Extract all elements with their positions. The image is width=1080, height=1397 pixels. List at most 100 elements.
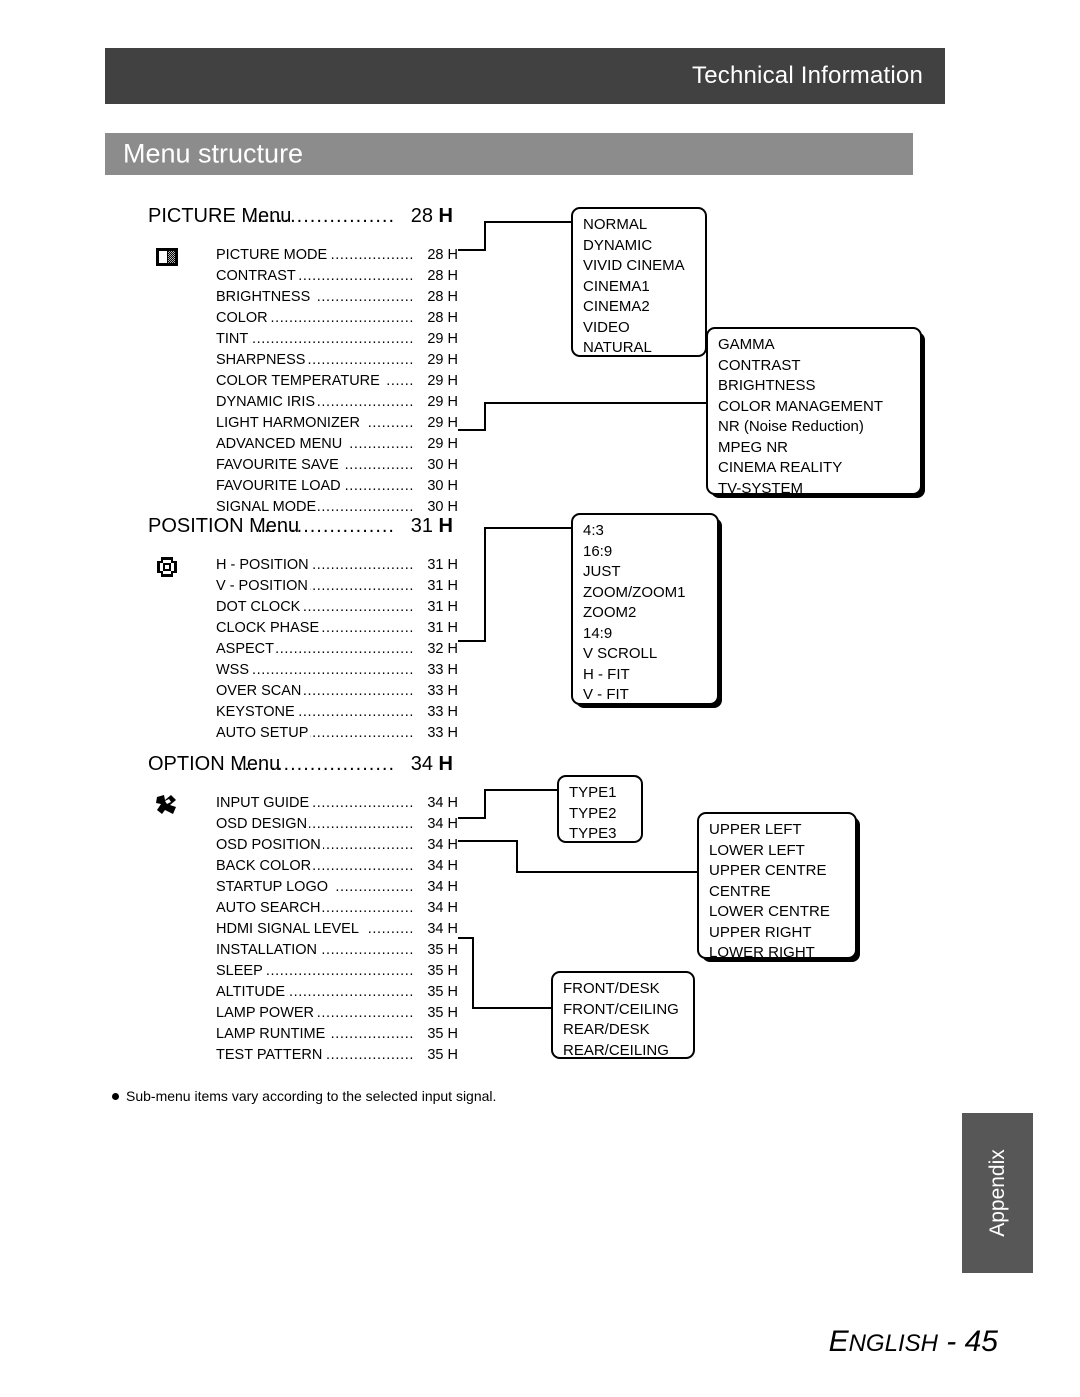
menu-row-page: 29 H [425,371,458,392]
menu-row-label: ASPECT [216,639,277,660]
callout-line: TYPE1 [569,784,617,801]
menu-row[interactable]: .................... AUTO SEARCH 34 H [216,898,458,919]
menu-row[interactable]: ................................ ASPECT 32… [216,639,458,660]
menu-items-picture: ................... PICTURE MODE 28 H ....… [216,245,458,518]
position-frame-icon [155,555,179,579]
menu-row[interactable]: ........................ OSD DESIGN 34 H [216,814,458,835]
menu-row[interactable]: .......... LIGHT HARMONIZER 29 H [216,413,458,434]
menu-row[interactable]: ............................ ALTITUDE 35 H [216,982,458,1003]
connector-aspect [451,527,571,642]
menu-row[interactable]: ..................... OSD POSITION 34 H [216,835,458,856]
menu-row[interactable]: .................... CLOCK PHASE 31 H [216,618,458,639]
menu-row-page: 34 H [425,877,458,898]
connector-picture-mode [451,221,571,251]
menu-row[interactable]: .......................... CONTRAST 28 H [216,266,458,287]
menu-row[interactable]: .......................... KEYSTONE 33 H [216,702,458,723]
callout-line: MPEG NR [718,438,789,456]
menu-heading-label: OPTION Menu [148,753,281,775]
menu-row[interactable]: ....................... AUTO SETUP 33 H [216,723,458,744]
callout-osd-position-options: UPPER LEFT LOWER LEFT UPPER CENTRE CENTR… [697,812,857,961]
menu-row-label: DOT CLOCK [216,597,303,618]
callout-line: NORMAL [583,216,648,233]
menu-row[interactable]: ...... COLOR TEMPERATURE 29 H [216,371,458,392]
menu-row[interactable]: ...................................... WS… [216,660,458,681]
footnote: Sub-menu items vary according to the sel… [112,1088,496,1104]
menu-row[interactable]: ............... FAVOURITE SAVE 30 H [216,455,458,476]
callout-line: CENTRE [709,882,771,900]
menu-row-page: 35 H [425,961,458,982]
menu-row-page: 33 H [425,702,458,723]
menu-row[interactable]: ....................... SHARPNESS 29 H [216,350,458,371]
menu-row[interactable]: ....................... H - POSITION 31 H [216,555,458,576]
callout-line: CINEMA1 [583,277,650,295]
menu-row-label: BRIGHTNESS [216,287,313,308]
menu-row-page: 35 H [425,982,458,1003]
menu-row-page: 29 H [425,392,458,413]
menu-row-label: ADVANCED MENU [216,434,345,455]
menu-row[interactable]: .................. LAMP RUNTIME 35 H [216,1024,458,1045]
menu-row-label: TEST PATTERN [216,1045,325,1066]
menu-row-page: 34 H [425,814,458,835]
section-title: Menu structure [123,138,304,169]
connector-osd-position [451,840,697,873]
menu-row[interactable]: .................................. COLOR 2… [216,308,458,329]
menu-row[interactable]: ............... FAVOURITE LOAD 30 H [216,476,458,497]
menu-row-page: 30 H [425,455,458,476]
menu-row[interactable]: ................... PICTURE MODE 28 H [216,245,458,266]
menu-row-label: SIGNAL MODE [216,497,319,518]
callout-line: LOWER LEFT [709,841,805,859]
menu-row[interactable]: ................. STARTUP LOGO 34 H [216,877,458,898]
menu-row-label: CONTRAST [216,266,298,287]
menu-row[interactable]: .......... HDMI SIGNAL LEVEL 34 H [216,919,458,940]
menu-row[interactable]: .................................. SLEEP 3… [216,961,458,982]
menu-row-label: SLEEP [216,961,265,982]
callout-advanced-menu-options: GAMMA CONTRAST BRIGHTNESS COLOR MANAGEME… [706,327,922,497]
menu-row-page: 31 H [425,576,458,597]
menu-row[interactable]: ......................... DOT CLOCK 31 H [216,597,458,618]
menu-heading-page: 34 H [410,753,453,775]
menu-row[interactable]: ..................... DYNAMIC IRIS 29 H [216,392,458,413]
menu-row-page: 28 H [425,245,458,266]
menu-row-label: V - POSITION [216,576,310,597]
menu-row[interactable]: .................... INSTALLATION 35 H [216,940,458,961]
callout-line: UPPER RIGHT [709,923,812,941]
menu-row[interactable]: ...................... INPUT GUIDE 34 H [216,793,458,814]
callout-line: TYPE2 [569,804,617,822]
menu-row-page: 29 H [425,413,458,434]
menu-row-label: FAVOURITE SAVE [216,455,341,476]
menu-row-page: 32 H [425,639,458,660]
callout-line: VIVID CINEMA [583,257,685,274]
callout-line: 4:3 [583,522,604,539]
callout-line: 14:9 [583,624,613,642]
callout-line: VIDEO [583,318,630,336]
footer-separator: - [937,1325,965,1358]
menu-row[interactable]: ........................ OVER SCAN 33 H [216,681,458,702]
language-initial: E [828,1325,849,1358]
menu-row-page: 31 H [425,618,458,639]
menu-row[interactable]: ...................................... TI… [216,329,458,350]
menu-row-label: AUTO SETUP [216,723,311,744]
menu-row-page: 33 H [425,723,458,744]
menu-row[interactable]: .............. ADVANCED MENU 29 H [216,434,458,455]
callout-line: JUST [583,563,621,580]
menu-row[interactable]: ..................... SIGNAL MODE 30 H [216,497,458,518]
menu-row-label: TINT [216,329,251,350]
menu-row-label: FAVOURITE LOAD [216,476,343,497]
menu-row-label: ALTITUDE [216,982,288,1003]
menu-row[interactable]: ..................... BRIGHTNESS 28 H [216,287,458,308]
callout-line: 16:9 [583,542,613,560]
menu-row-page: 35 H [425,1024,458,1045]
menu-row[interactable]: ....................... V - POSITION 31 H [216,576,458,597]
menu-row-page: 29 H [425,329,458,350]
menu-row-dots: ...................................... [238,662,414,678]
menu-row-label: LAMP POWER [216,1003,317,1024]
callout-line: UPPER LEFT [709,821,802,838]
menu-row-page: 31 H [425,597,458,618]
menu-row[interactable]: ................... TEST PATTERN 35 H [216,1045,458,1066]
menu-row-label: AUTO SEARCH [216,898,323,919]
menu-row[interactable]: ...................... LAMP POWER 35 H [216,1003,458,1024]
callout-line: TV-SYSTEM [718,479,804,497]
callout-aspect-options: 4:3 16:9 JUST ZOOM/ZOOM1 ZOOM2 14:9 V SC… [571,513,719,705]
menu-row-label: COLOR [216,308,270,329]
menu-row[interactable]: ...................... BACK COLOR 34 H [216,856,458,877]
